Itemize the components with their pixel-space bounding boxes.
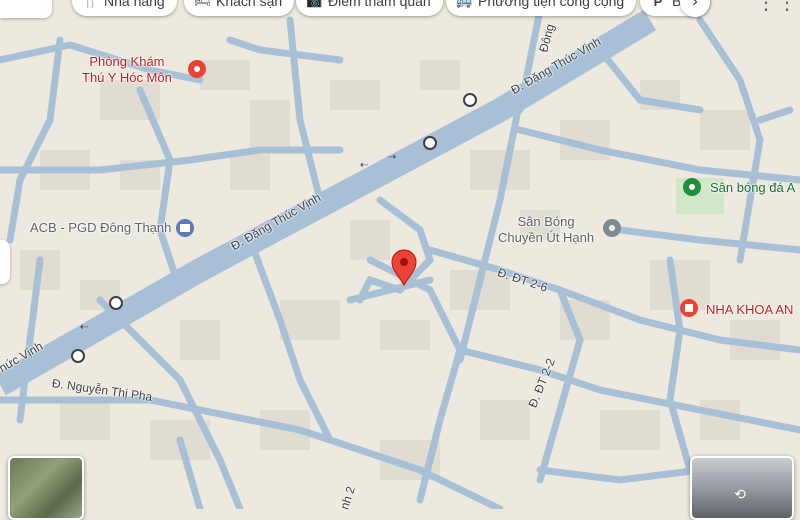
rotate-360-icon: ⟲: [734, 486, 746, 502]
chip-hotels[interactable]: 🛏 Khách sạn: [184, 0, 295, 16]
poi-label-acb[interactable]: ACB - PGD Đông Thạnh: [30, 220, 171, 236]
chip-attractions[interactable]: 📷 Điểm tham quan: [296, 0, 443, 16]
chip-hotels-label: Khách sạn: [216, 0, 283, 9]
satellite-layer-thumbnail[interactable]: [8, 456, 84, 520]
chip-transit[interactable]: 🚌 Phương tiện công cộng: [446, 0, 637, 16]
poi-label-san-bong-chuyen[interactable]: Sân Bóng Chuyền Út Hạnh: [498, 214, 594, 246]
side-panel-toggle[interactable]: [0, 240, 10, 284]
hotel-icon: 🛏: [194, 0, 211, 8]
parking-icon: P: [653, 0, 663, 9]
restaurant-icon: 🍴: [82, 0, 99, 8]
poi-label-phong-kham[interactable]: Phòng Khám Thú Y Hóc Môn: [82, 54, 172, 86]
street-view-thumbnail[interactable]: ⟲: [690, 456, 794, 520]
svg-text:⇠: ⇠: [80, 322, 89, 333]
svg-text:⇢: ⇢: [388, 152, 396, 163]
poi-label-san-bong-da[interactable]: Sân bóng đá A: [710, 180, 795, 196]
menu-button[interactable]: [0, 0, 52, 18]
poi-label-nha-khoa[interactable]: NHA KHOA AN: [706, 302, 793, 318]
apps-grid-icon[interactable]: ⋮⋮: [756, 0, 798, 15]
svg-text:⇠: ⇠: [360, 160, 369, 171]
chip-attractions-label: Điểm tham quan: [328, 0, 431, 9]
camera-icon: 📷: [306, 0, 323, 8]
chip-restaurants-label: Nhà hàng: [104, 0, 165, 9]
chip-transit-label: Phương tiện công cộng: [478, 0, 625, 9]
transit-icon: 🚌: [456, 0, 473, 8]
chip-restaurants[interactable]: 🍴 Nhà hàng: [72, 0, 177, 16]
